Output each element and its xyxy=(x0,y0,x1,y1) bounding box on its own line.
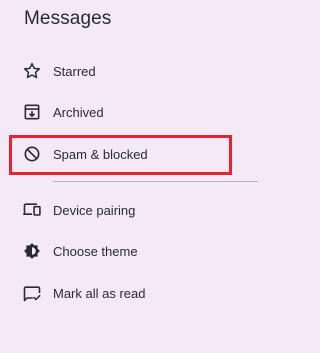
menu-item-spam-blocked[interactable]: Spam & blocked xyxy=(0,135,260,173)
menu-item-label: Starred xyxy=(53,63,96,79)
menu-item-starred[interactable]: Starred xyxy=(0,52,260,90)
devices-icon xyxy=(22,200,42,220)
theme-icon xyxy=(22,241,42,261)
menu-item-label: Spam & blocked xyxy=(53,146,148,162)
menu-item-label: Device pairing xyxy=(53,202,136,218)
mark-chat-read-icon xyxy=(22,283,42,303)
block-icon xyxy=(22,144,42,164)
menu-item-label: Choose theme xyxy=(53,243,138,259)
menu-item-choose-theme[interactable]: Choose theme xyxy=(0,232,260,270)
menu-item-mark-all-read[interactable]: Mark all as read xyxy=(0,274,260,312)
navigation-drawer: Messages Starred Archived Spam & blocked xyxy=(0,0,280,353)
drawer-title: Messages xyxy=(24,8,112,29)
archive-icon xyxy=(22,102,42,122)
star-outline-icon xyxy=(22,61,42,81)
menu-item-label: Mark all as read xyxy=(53,285,146,301)
menu-item-archived[interactable]: Archived xyxy=(0,93,260,131)
menu-item-label: Archived xyxy=(53,104,104,120)
menu-divider xyxy=(53,181,258,182)
menu-item-device-pairing[interactable]: Device pairing xyxy=(0,191,260,229)
